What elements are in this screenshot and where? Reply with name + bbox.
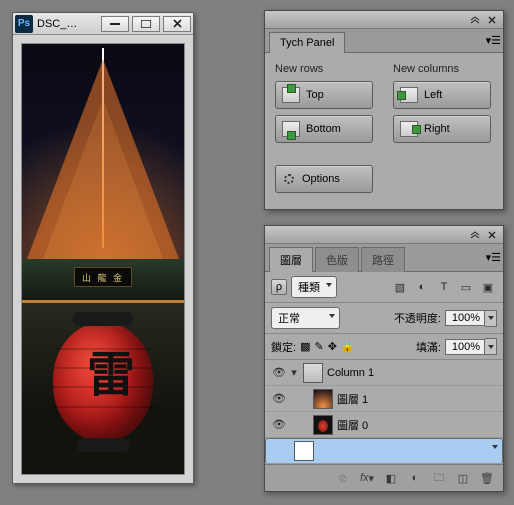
- layers-panel: 圖層 色版 路徑 ▾☰ ρ 種類 ▧ ◐ T ▭ ▣ 正常 不透明度: 100%…: [264, 225, 504, 492]
- layer-tree: 👁 ▾ Column 1 👁 圖層 1 👁 圖層 0: [265, 360, 503, 464]
- group-name: Column 1: [327, 367, 374, 379]
- layers-panel-header[interactable]: [265, 226, 503, 244]
- background-layer-row[interactable]: [265, 438, 503, 464]
- layer-thumbnail: [313, 389, 333, 409]
- fill-input[interactable]: 100%: [445, 338, 497, 355]
- link-layers-icon[interactable]: ⊘: [333, 469, 353, 487]
- visibility-toggle[interactable]: 👁: [269, 418, 289, 431]
- layer-thumbnail: [313, 415, 333, 435]
- folder-icon: [303, 363, 323, 383]
- layer-style-icon[interactable]: fx▾: [357, 469, 377, 487]
- new-rows-label: New rows: [275, 63, 375, 75]
- panel-menu-icon[interactable]: ▾☰: [486, 34, 501, 47]
- document-title: DSC_…: [37, 18, 98, 30]
- left-button-label: Left: [424, 89, 442, 101]
- new-columns-label: New columns: [393, 63, 493, 75]
- layers-tabs: 圖層 色版 路徑 ▾☰: [265, 244, 503, 272]
- tab-layers[interactable]: 圖層: [269, 247, 313, 272]
- left-button[interactable]: Left: [393, 81, 491, 109]
- close-panel-icon[interactable]: [485, 14, 499, 26]
- adjustment-layer-icon[interactable]: ◐: [405, 469, 425, 487]
- close-panel-icon[interactable]: [485, 229, 499, 241]
- layers-footer: ⊘ fx▾ ◧ ◐ 🗀 ◫ 🗑: [265, 464, 503, 491]
- chevron-down-icon[interactable]: [485, 338, 497, 355]
- filter-smart-icon[interactable]: ▣: [479, 279, 497, 295]
- layer-mask-icon[interactable]: ◧: [381, 469, 401, 487]
- tych-body: New rows Top Bottom New columns Left Rig…: [265, 53, 503, 209]
- temple-sign: 山 龍 金: [74, 267, 132, 287]
- visibility-toggle[interactable]: 👁: [269, 392, 289, 405]
- options-button[interactable]: Options: [275, 165, 373, 193]
- new-group-icon[interactable]: 🗀: [429, 469, 449, 487]
- add-col-right-icon: [400, 121, 418, 137]
- lock-pixels-icon[interactable]: ✎: [314, 340, 323, 353]
- canvas-area: 山 龍 金 雷: [13, 35, 193, 483]
- tych-tabs: Tych Panel ▾☰: [265, 29, 503, 53]
- layer-row[interactable]: 👁 圖層 0: [265, 412, 503, 438]
- maximize-button[interactable]: [132, 16, 160, 32]
- collapse-icon[interactable]: [468, 14, 482, 26]
- bottom-button[interactable]: Bottom: [275, 115, 373, 143]
- layer-name: 圖層 0: [337, 417, 368, 433]
- tych-panel-header[interactable]: [265, 11, 503, 29]
- right-button-label: Right: [424, 123, 450, 135]
- tych-panel: Tych Panel ▾☰ New rows Top Bottom New co…: [264, 10, 504, 210]
- filter-type-icon[interactable]: T: [435, 279, 453, 295]
- filter-pixel-icon[interactable]: ▧: [391, 279, 409, 295]
- lock-position-icon[interactable]: ✥: [328, 340, 337, 353]
- gear-icon: [282, 172, 296, 186]
- fill-label: 填滿:: [416, 339, 441, 355]
- bottom-button-label: Bottom: [306, 123, 341, 135]
- filter-kind-button[interactable]: ρ: [271, 279, 287, 295]
- filter-shape-icon[interactable]: ▭: [457, 279, 475, 295]
- add-col-left-icon: [400, 87, 418, 103]
- delete-layer-icon[interactable]: 🗑: [477, 469, 497, 487]
- tab-paths[interactable]: 路徑: [361, 247, 405, 272]
- visibility-toggle[interactable]: 👁: [269, 366, 289, 379]
- opacity-input[interactable]: 100%: [445, 310, 497, 327]
- filter-kind-select[interactable]: 種類: [291, 276, 337, 298]
- blend-mode-select[interactable]: 正常: [271, 307, 340, 329]
- filter-adjust-icon[interactable]: ◐: [413, 279, 431, 295]
- tab-tych-panel[interactable]: Tych Panel: [269, 32, 345, 53]
- new-layer-icon[interactable]: ◫: [453, 469, 473, 487]
- layer-row[interactable]: 👁 圖層 1: [265, 386, 503, 412]
- top-button[interactable]: Top: [275, 81, 373, 109]
- minimize-button[interactable]: [101, 16, 129, 32]
- document-window: Ps DSC_… 山 龍 金 雷: [12, 12, 194, 484]
- canvas[interactable]: 山 龍 金 雷: [21, 43, 185, 475]
- layer-group-row[interactable]: 👁 ▾ Column 1: [265, 360, 503, 386]
- layer-thumbnail: [294, 441, 314, 461]
- right-button[interactable]: Right: [393, 115, 491, 143]
- lock-all-icon[interactable]: 🔒: [341, 340, 355, 353]
- chevron-down-icon[interactable]: [485, 310, 497, 327]
- top-button-label: Top: [306, 89, 324, 101]
- image-lantern: 山 龍 金 雷: [22, 259, 184, 474]
- opacity-label: 不透明度:: [394, 310, 441, 326]
- close-button[interactable]: [163, 16, 191, 32]
- image-tokyo-tower: [22, 44, 184, 259]
- document-titlebar[interactable]: Ps DSC_…: [13, 13, 193, 35]
- photoshop-icon: Ps: [15, 15, 33, 33]
- disclosure-triangle[interactable]: ▾: [289, 366, 299, 379]
- layer-name: 圖層 1: [337, 391, 368, 407]
- tab-channels[interactable]: 色版: [315, 247, 359, 272]
- panel-menu-icon[interactable]: ▾☰: [486, 251, 501, 264]
- layers-body: ρ 種類 ▧ ◐ T ▭ ▣ 正常 不透明度: 100% 鎖定: ▩ ✎ ✥ 🔒…: [265, 272, 503, 491]
- lock-label: 鎖定:: [271, 339, 296, 355]
- lock-transparency-icon[interactable]: ▩: [300, 340, 310, 353]
- add-row-bottom-icon: [282, 121, 300, 137]
- collapse-icon[interactable]: [468, 229, 482, 241]
- add-row-top-icon: [282, 87, 300, 103]
- options-button-label: Options: [302, 173, 340, 185]
